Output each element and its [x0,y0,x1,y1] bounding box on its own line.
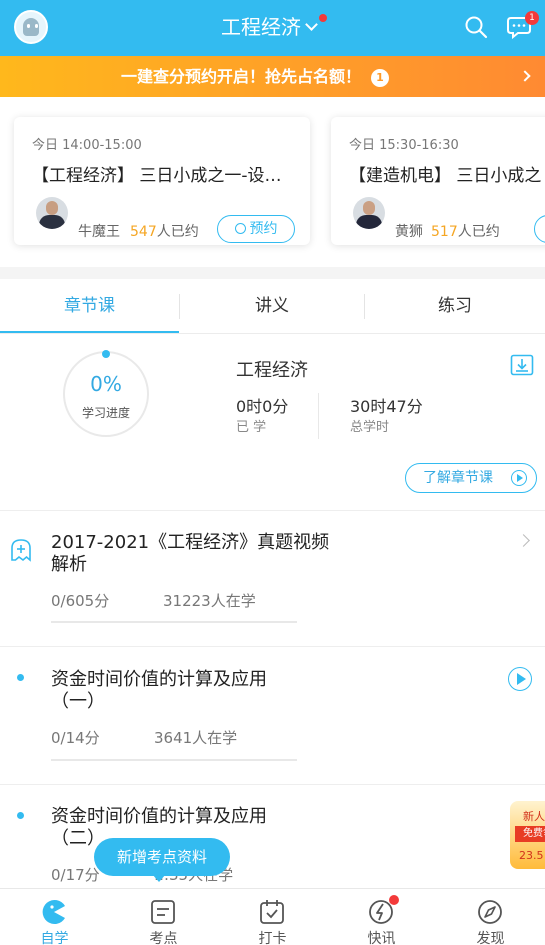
ghost-icon [11,539,31,562]
nav-label: 考点 [149,931,178,945]
tab-practice[interactable]: 练习 [365,279,545,334]
promo-line-2: 免费领 [515,826,545,842]
download-icon[interactable] [510,354,534,376]
check-in-icon [260,900,284,924]
app-screen: 工程经济 1 一建查分预约开启！抢先占名额！ 1 今日 14:00-15:00 【… [0,0,545,945]
reserve-label: 预约 [249,221,278,237]
nav-label: 快讯 [367,931,396,945]
content-tabs: 章节课 讲义 练习 [0,279,545,334]
learned-label: 已 学 [236,420,267,435]
bullet-dot [17,812,24,819]
chevron-down-icon [305,18,318,31]
teacher-avatar [353,197,385,229]
live-course-carousel[interactable]: 今日 14:00-15:00 【工程经济】 三日小成之一-设… 牛魔王 547人… [0,97,545,267]
total-label: 总学时 [350,420,390,435]
live-title: 【建造机电】 三日小成之 [349,166,542,186]
play-icon[interactable] [508,667,532,691]
reserve-button[interactable]: 预约 [217,215,295,243]
nav-label: 发现 [476,931,505,945]
list-divider [0,784,545,785]
teacher-avatar [36,197,68,229]
page-title: 工程经济 [221,15,301,39]
nav-label: 自学 [40,931,69,945]
learn-chapters-button[interactable]: 了解章节课 [405,463,537,493]
nav-flash-news[interactable]: 快讯 [327,889,436,945]
banner-number-badge: 1 [371,69,389,87]
course-progress-bar [51,759,297,761]
booking-suffix: 人已约 [457,224,500,240]
banner-text: 一建查分预约开启！抢先占名额！ [120,67,361,86]
teacher-name: 牛魔王 [78,224,120,240]
course-title: 2017-2021《工程经济》真题视频解析 [51,532,330,575]
nav-check-in[interactable]: 打卡 [218,889,327,945]
active-tab-indicator [0,331,179,333]
course-learners: 3641人在学 [154,729,238,747]
course-learners: 31223人在学 [163,592,256,610]
live-card[interactable]: 今日 14:00-15:00 【工程经济】 三日小成之一-设… 牛魔王 547人… [14,117,310,245]
promo-line-3: 23.5 [519,849,544,862]
message-badge: 1 [525,11,539,25]
chevron-right-icon [517,534,530,547]
course-score: 0/14分 [51,729,100,747]
section-divider [0,267,545,279]
teacher-name: 黄狮 [395,224,423,240]
nav-label: 打卡 [258,931,287,945]
banner-text-wrap: 一建查分预约开启！抢先占名额！ 1 [0,56,510,97]
live-title: 【工程经济】 三日小成之一-设… [32,166,282,186]
course-score: 0/605分 [51,592,110,610]
self-study-icon [42,900,65,924]
progress-percent: 0% [90,372,122,396]
new-material-tooltip[interactable]: 新增考点资料 [94,838,230,882]
course-title: 资金时间价值的计算及应用（一） [51,669,267,712]
booking-count: 547人已约 [130,221,199,241]
clock-icon [234,223,246,234]
nav-discover[interactable]: 发现 [436,889,545,945]
live-time: 今日 14:00-15:00 [32,138,142,153]
list-divider [0,646,545,647]
progress-marker [102,350,110,358]
stat-divider [318,393,319,439]
live-time: 今日 15:30-16:30 [349,138,459,153]
discover-icon [478,900,502,924]
live-card[interactable]: 今日 15:30-16:30 【建造机电】 三日小成之 黄狮 517人已约 [331,117,545,245]
total-time: 30时47分 [350,397,423,416]
tab-handouts[interactable]: 讲义 [180,279,364,334]
search-icon[interactable] [464,15,488,39]
nav-self-study[interactable]: 自学 [0,889,109,945]
play-circle-icon [511,470,527,486]
top-header: 工程经济 1 [0,0,545,56]
course-progress-bar [51,621,297,623]
exam-points-icon [151,900,175,924]
course-score: 0/17分 [51,866,100,884]
progress-label: 学习进度 [81,406,130,420]
reserve-button[interactable] [534,215,545,243]
booking-number: 517 [431,224,458,240]
learned-time: 0时0分 [236,397,289,416]
nav-notification-dot [389,895,399,905]
notification-dot [319,14,327,22]
chevron-right-icon [519,70,531,82]
promo-banner[interactable]: 一建查分预约开启！抢先占名额！ 1 [0,56,545,97]
subject-name: 工程经济 [236,360,308,381]
newcomer-promo[interactable]: 新人 免费领 23.5 [510,801,545,869]
booking-number: 547 [130,224,157,240]
list-divider [0,510,545,511]
bottom-nav: 自学 考点 打卡 快讯 发现 [0,888,545,945]
booking-count: 517人已约 [431,221,500,241]
booking-suffix: 人已约 [156,224,199,240]
tab-chapters[interactable]: 章节课 [0,279,179,334]
bullet-dot [17,674,24,681]
promo-line-1: 新人 [523,810,545,823]
learn-chapters-label: 了解章节课 [423,470,493,486]
nav-exam-points[interactable]: 考点 [109,889,218,945]
